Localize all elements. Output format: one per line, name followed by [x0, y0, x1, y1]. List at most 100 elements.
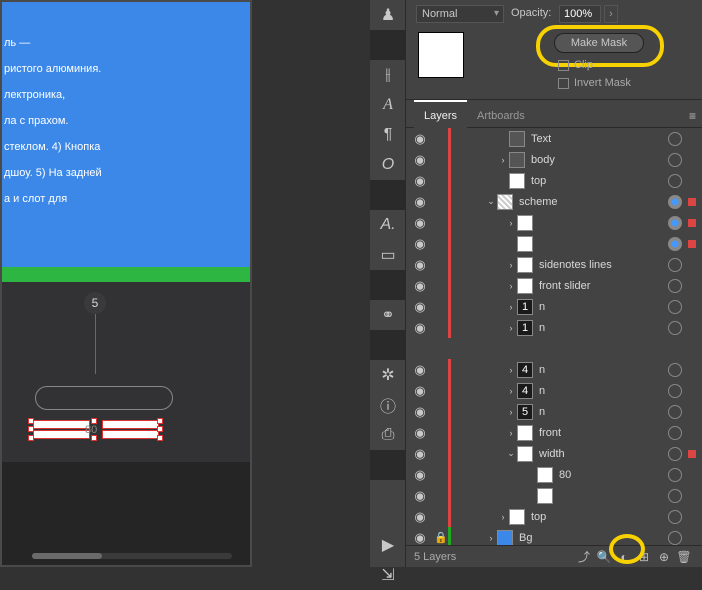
- target-icon[interactable]: [668, 237, 682, 251]
- target-icon[interactable]: [668, 510, 682, 524]
- type-icon[interactable]: A: [370, 90, 406, 120]
- visibility-icon[interactable]: ◉: [406, 509, 434, 525]
- layer-name[interactable]: top: [531, 511, 668, 523]
- layer-name[interactable]: sidenotes lines: [539, 259, 668, 271]
- target-icon[interactable]: [668, 300, 682, 314]
- target-icon[interactable]: [668, 384, 682, 398]
- disclosure-arrow[interactable]: ›: [505, 428, 517, 438]
- link-icon[interactable]: ⚭: [370, 300, 406, 330]
- layer-name[interactable]: top: [531, 175, 668, 187]
- disclosure-arrow[interactable]: ›: [505, 323, 517, 333]
- locate-icon[interactable]: ⤴: [574, 548, 594, 565]
- disclosure-arrow[interactable]: ›: [505, 407, 517, 417]
- make-mask-button[interactable]: Make Mask: [554, 33, 644, 53]
- layer-name[interactable]: Text: [531, 133, 668, 145]
- disclosure-arrow[interactable]: ›: [497, 512, 509, 522]
- target-icon[interactable]: [668, 195, 682, 209]
- target-icon[interactable]: [668, 279, 682, 293]
- mask-thumb[interactable]: [418, 32, 464, 78]
- visibility-icon[interactable]: ◉: [406, 236, 434, 252]
- target-icon[interactable]: [668, 468, 682, 482]
- para-icon[interactable]: ¶: [370, 120, 406, 150]
- layer-row[interactable]: ◉ ⌄ scheme: [406, 191, 702, 212]
- clip-checkbox[interactable]: [558, 60, 569, 71]
- visibility-icon[interactable]: ◉: [406, 173, 434, 189]
- visibility-icon[interactable]: ◉: [406, 446, 434, 462]
- search-icon[interactable]: 🔍: [594, 550, 614, 564]
- canvas-area[interactable]: ль — ристого алюминия. лектроника, ла с …: [0, 0, 252, 567]
- layer-list[interactable]: ◉Text◉›body◉top◉⌄scheme◉›◉◉›sidenotes li…: [406, 128, 702, 545]
- h-scrollbar[interactable]: [32, 553, 232, 559]
- layer-row[interactable]: ◉›4n: [406, 380, 702, 401]
- visibility-icon[interactable]: ◉: [406, 320, 434, 336]
- layer-row[interactable]: ◉›4n: [406, 359, 702, 380]
- target-icon[interactable]: [668, 153, 682, 167]
- target-icon[interactable]: [668, 132, 682, 146]
- target-icon[interactable]: [668, 531, 682, 545]
- target-icon[interactable]: [668, 363, 682, 377]
- layer-name[interactable]: n: [539, 406, 668, 418]
- new-layer-icon[interactable]: ⊕: [654, 550, 674, 564]
- layer-row[interactable]: ◉ › front: [406, 422, 702, 443]
- play-icon[interactable]: ▶: [370, 530, 406, 560]
- layer-row[interactable]: ◉ top: [406, 170, 702, 191]
- disclosure-arrow[interactable]: ⌄: [485, 196, 497, 207]
- align-icon[interactable]: ⫲: [370, 60, 406, 90]
- mask-icon[interactable]: ◐: [614, 550, 634, 564]
- target-icon[interactable]: [668, 405, 682, 419]
- layer-name[interactable]: 80: [559, 469, 668, 481]
- target-icon[interactable]: [668, 258, 682, 272]
- lock-icon[interactable]: 🔒: [434, 531, 448, 544]
- layer-name[interactable]: n: [539, 301, 668, 313]
- disclosure-arrow[interactable]: ⌄: [505, 448, 517, 459]
- doc-icon[interactable]: ⎙: [370, 420, 406, 450]
- visibility-icon[interactable]: ◉: [406, 131, 434, 147]
- visibility-icon[interactable]: ◉: [406, 278, 434, 294]
- layer-name[interactable]: n: [539, 322, 668, 334]
- opacity-input[interactable]: 100%: [559, 5, 601, 23]
- visibility-icon[interactable]: ◉: [406, 404, 434, 420]
- visibility-icon[interactable]: ◉: [406, 257, 434, 273]
- tab-layers[interactable]: Layers: [414, 100, 467, 128]
- layer-name[interactable]: front: [539, 427, 668, 439]
- layer-name[interactable]: Bg: [519, 532, 668, 544]
- layer-name[interactable]: scheme: [519, 196, 668, 208]
- layer-row[interactable]: ◉›sidenotes lines: [406, 254, 702, 275]
- visibility-icon[interactable]: ◉: [406, 425, 434, 441]
- disclosure-arrow[interactable]: ›: [497, 155, 509, 165]
- layer-row[interactable]: ◉›1n: [406, 296, 702, 317]
- visibility-icon[interactable]: ◉: [406, 488, 434, 504]
- artboard-icon[interactable]: ▭: [370, 240, 406, 270]
- layer-row[interactable]: ◉ Text: [406, 128, 702, 149]
- disclosure-arrow[interactable]: ›: [485, 533, 497, 543]
- disclosure-arrow[interactable]: ›: [505, 218, 517, 228]
- disclosure-arrow[interactable]: ›: [505, 281, 517, 291]
- opacity-icon[interactable]: O: [370, 150, 406, 180]
- tab-artboards[interactable]: Artboards: [467, 100, 535, 128]
- char-icon[interactable]: A.: [370, 210, 406, 240]
- target-icon[interactable]: [668, 321, 682, 335]
- layer-name[interactable]: n: [539, 385, 668, 397]
- visibility-icon[interactable]: ◉: [406, 467, 434, 483]
- layer-row[interactable]: ◉: [406, 485, 702, 506]
- panel-menu-icon[interactable]: ≡: [689, 109, 696, 123]
- visibility-icon[interactable]: ◉: [406, 362, 434, 378]
- visibility-icon[interactable]: ◉: [406, 530, 434, 546]
- target-icon[interactable]: [668, 489, 682, 503]
- visibility-icon[interactable]: ◉: [406, 194, 434, 210]
- opacity-arrow[interactable]: ›: [604, 5, 618, 23]
- new-sublayer-icon[interactable]: ⊞: [634, 550, 654, 564]
- layer-row[interactable]: ◉: [406, 233, 702, 254]
- disclosure-arrow[interactable]: ›: [505, 365, 517, 375]
- target-icon[interactable]: [668, 447, 682, 461]
- disclosure-arrow[interactable]: ›: [505, 302, 517, 312]
- layer-row[interactable]: ◉›: [406, 212, 702, 233]
- visibility-icon[interactable]: ◉: [406, 152, 434, 168]
- layer-name[interactable]: body: [531, 154, 668, 166]
- layer-name[interactable]: front slider: [539, 280, 668, 292]
- layer-row[interactable]: ◉ › body: [406, 149, 702, 170]
- visibility-icon[interactable]: ◉: [406, 299, 434, 315]
- info-icon[interactable]: ⓘ: [370, 390, 406, 420]
- layer-row[interactable]: ◉ › front slider: [406, 275, 702, 296]
- layer-row[interactable]: ◉›5n: [406, 401, 702, 422]
